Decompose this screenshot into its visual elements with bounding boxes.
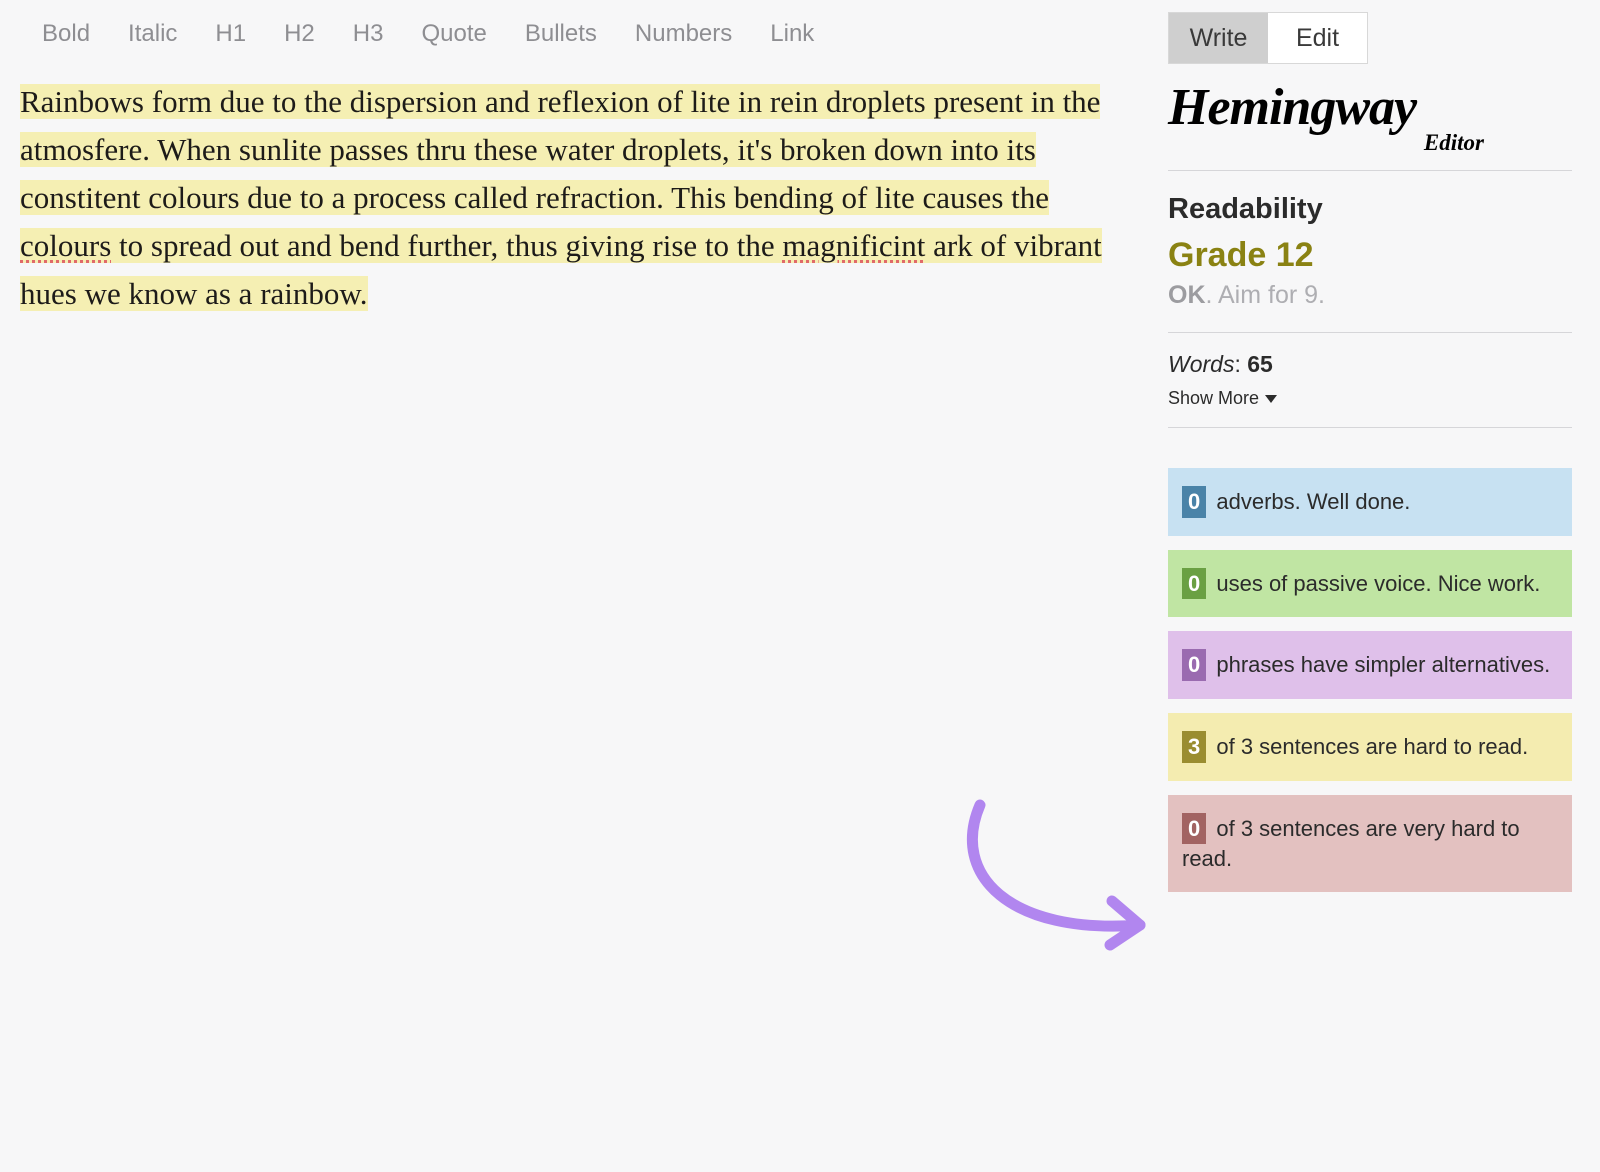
stat-text: of 3 sentences are hard to read. [1210, 734, 1528, 759]
edit-mode-button[interactable]: Edit [1268, 13, 1367, 63]
stat-simpler-phrases[interactable]: 0 phrases have simpler alternatives. [1168, 631, 1572, 699]
link-button[interactable]: Link [770, 20, 814, 48]
stats-list: 0 adverbs. Well done. 0 uses of passive … [1168, 468, 1572, 892]
stat-badge: 3 [1182, 731, 1206, 763]
readability-grade: Grade 12 [1168, 236, 1572, 275]
quote-button[interactable]: Quote [421, 20, 486, 48]
numbers-button[interactable]: Numbers [635, 20, 732, 48]
stat-passive-voice[interactable]: 0 uses of passive voice. Nice work. [1168, 550, 1572, 618]
h3-button[interactable]: H3 [353, 20, 384, 48]
stat-text: of 3 sentences are very hard to read. [1182, 816, 1520, 872]
mode-toggle: Write Edit [1168, 12, 1368, 64]
editor-area[interactable]: Rainbows form due to the dispersion and … [0, 78, 1130, 318]
stat-badge: 0 [1182, 813, 1206, 845]
text-run: to spread out and bend further, thus giv… [111, 228, 782, 263]
h2-button[interactable]: H2 [284, 20, 315, 48]
stat-text: adverbs. Well done. [1210, 489, 1410, 514]
app-logo: Hemingway Editor [1168, 82, 1572, 156]
annotation-arrow-icon [950, 795, 1200, 995]
italic-button[interactable]: Italic [128, 20, 177, 48]
readability-note: OK. Aim for 9. [1168, 281, 1572, 310]
show-more-label: Show More [1168, 388, 1259, 409]
stat-text: phrases have simpler alternatives. [1210, 652, 1550, 677]
word-count-value: 65 [1247, 351, 1273, 377]
stat-hard-sentences[interactable]: 3 of 3 sentences are hard to read. [1168, 713, 1572, 781]
logo-title: Hemingway [1168, 82, 1572, 134]
spellcheck-underline: magnificint [782, 228, 925, 263]
readability-ok: OK [1168, 281, 1206, 309]
divider [1168, 170, 1572, 171]
show-more-toggle[interactable]: Show More [1168, 388, 1277, 409]
stat-text: uses of passive voice. Nice work. [1210, 571, 1540, 596]
readability-heading: Readability [1168, 193, 1572, 226]
divider [1168, 332, 1572, 333]
divider [1168, 427, 1572, 428]
stat-adverbs[interactable]: 0 adverbs. Well done. [1168, 468, 1572, 536]
bold-button[interactable]: Bold [42, 20, 90, 48]
stat-very-hard-sentences[interactable]: 0 of 3 sentences are very hard to read. [1168, 795, 1572, 892]
h1-button[interactable]: H1 [215, 20, 246, 48]
stat-badge: 0 [1182, 649, 1206, 681]
text-run: This bending of lite causes the [664, 180, 1049, 215]
chevron-down-icon [1265, 395, 1277, 403]
editor-paragraph[interactable]: Rainbows form due to the dispersion and … [20, 78, 1110, 318]
readability-aim: . Aim for 9. [1206, 281, 1325, 309]
stat-badge: 0 [1182, 568, 1206, 600]
bullets-button[interactable]: Bullets [525, 20, 597, 48]
word-count: Words: 65 [1168, 351, 1572, 378]
stat-badge: 0 [1182, 486, 1206, 518]
word-count-label: Words [1168, 351, 1234, 377]
word-count-sep: : [1234, 351, 1247, 377]
spellcheck-underline: colours [20, 228, 111, 263]
write-mode-button[interactable]: Write [1169, 13, 1268, 63]
sidebar: Write Edit Hemingway Editor Readability … [1168, 12, 1572, 892]
